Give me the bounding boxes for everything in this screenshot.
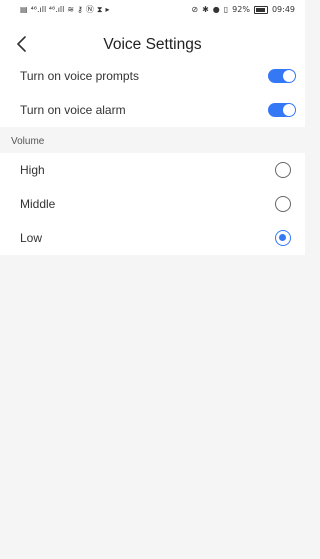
status-left-group: ▤ ⁴⁶.ıll ⁴⁶.ıll ≋ ⚷ Ⓝ ⧗ ▸ (20, 5, 110, 15)
voice-prompts-toggle[interactable] (268, 69, 296, 83)
low-radio-button[interactable] (275, 230, 291, 246)
play-icon: ▸ (105, 5, 110, 14)
toggle-label-voice-alarm: Turn on voice alarm (20, 103, 126, 117)
high-radio-button[interactable] (275, 162, 291, 178)
voice-toggle-section: Turn on voice prompts Turn on voice alar… (0, 59, 305, 127)
signal-text: ⁴⁶.ıll ⁴⁶.ıll (30, 5, 65, 14)
status-right-group: ⊘ ✱ ● ▯ 92% 09:49 (191, 5, 295, 15)
toggle-label-voice-prompts: Turn on voice prompts (20, 69, 139, 83)
page-title: Voice Settings (103, 36, 202, 53)
middle-radio-button[interactable] (275, 196, 291, 212)
battery-percent: 92% (232, 5, 250, 14)
location-icon: ● (212, 5, 220, 14)
volume-option-middle[interactable]: Middle (0, 187, 305, 221)
voice-alarm-toggle[interactable] (268, 103, 296, 117)
sim-icon: ▤ (20, 5, 28, 14)
volume-option-label-high: High (20, 163, 45, 177)
toggle-knob (283, 70, 295, 82)
wifi-icon: ≋ (67, 5, 75, 14)
nfc-icon: Ⓝ (85, 5, 94, 14)
key-icon: ⚷ (77, 5, 83, 14)
mute-icon: ⊘ (191, 5, 199, 14)
volume-option-high[interactable]: High (0, 153, 305, 187)
volume-options-section: High Middle Low (0, 153, 305, 255)
chevron-left-icon (17, 36, 26, 52)
battery-icon (253, 6, 268, 14)
bluetooth-icon: ✱ (202, 5, 209, 14)
volume-option-label-middle: Middle (20, 197, 56, 211)
back-button[interactable] (10, 30, 34, 58)
toggle-row-voice-prompts: Turn on voice prompts (0, 59, 305, 93)
status-bar: ▤ ⁴⁶.ıll ⁴⁶.ıll ≋ ⚷ Ⓝ ⧗ ▸ ⊘ ✱ ● ▯ 92% 09… (0, 0, 305, 20)
volume-option-low[interactable]: Low (0, 221, 305, 255)
toggle-knob (283, 104, 295, 116)
status-time: 09:49 (271, 5, 295, 14)
vibrate-icon: ▯ (223, 5, 229, 14)
hourglass-icon: ⧗ (96, 5, 103, 14)
volume-option-label-low: Low (20, 231, 43, 245)
volume-section-header: Volume (0, 128, 305, 154)
toggle-row-voice-alarm: Turn on voice alarm (0, 93, 305, 127)
